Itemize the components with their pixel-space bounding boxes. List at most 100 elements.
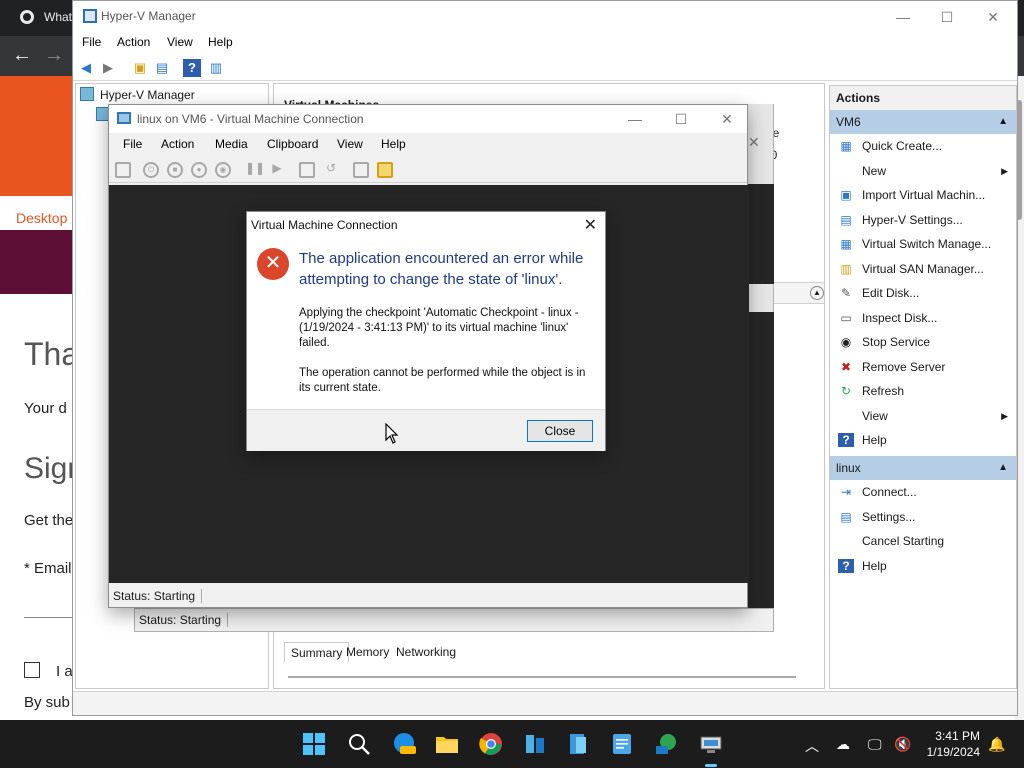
cloud-offline-icon[interactable]: ☁ — [836, 736, 850, 753]
linux-action-connect[interactable]: ⇥ Connect... — [830, 480, 1016, 504]
save-state-icon[interactable]: ◉ — [215, 162, 231, 178]
desktop-link[interactable]: Desktop — [16, 210, 67, 226]
pause-icon[interactable]: ❚❚ — [245, 162, 265, 178]
shutdown-icon[interactable]: ● — [191, 162, 207, 178]
share-icon[interactable] — [377, 162, 393, 178]
edge-beta-icon[interactable] — [392, 732, 416, 756]
edit-disk-icon: ✎ — [840, 286, 852, 300]
menu-action[interactable]: Action — [117, 35, 150, 49]
linux-section-header[interactable]: linux ▲ — [830, 456, 1016, 480]
minimize-button[interactable]: — — [893, 7, 913, 27]
forward-icon[interactable]: ▶ — [99, 59, 117, 77]
view-icon — [838, 409, 854, 423]
details-scrollbar[interactable] — [288, 676, 796, 682]
vmc-toolbar: ⏻ ■ ● ◉ ❚❚ ▶ ↺ — [109, 157, 747, 183]
action-edit-disk[interactable]: ✎ Edit Disk... — [830, 281, 1016, 305]
remove-icon: ✖ — [840, 359, 852, 374]
action-quick-create[interactable]: ▦ Quick Create... — [830, 134, 1016, 158]
dialog-titlebar: Virtual Machine Connection ✕ — [247, 212, 605, 238]
tree-root-item[interactable]: Hyper-V Manager — [80, 86, 195, 104]
action-help[interactable]: ? Help — [830, 428, 1016, 452]
action-virtual-switch-manage[interactable]: ▦ Virtual Switch Manage... — [830, 232, 1016, 256]
linux-action-cancel-starting[interactable]: Cancel Starting — [830, 529, 1016, 553]
ctrl-alt-del-icon[interactable] — [115, 162, 131, 178]
menu-media[interactable]: Media — [215, 137, 248, 151]
start-button[interactable] — [302, 732, 326, 756]
chrome-icon[interactable] — [479, 732, 503, 756]
consent-checkbox[interactable] — [24, 662, 40, 678]
checkpoint-icon[interactable] — [299, 162, 315, 178]
up-folder-icon[interactable]: ▣ — [131, 59, 149, 77]
enhanced-session-icon[interactable] — [353, 162, 369, 178]
action-label: Connect... — [862, 485, 917, 499]
action-hyper-v-settings[interactable]: ▤ Hyper-V Settings... — [830, 208, 1016, 232]
minimize-button[interactable]: — — [625, 109, 645, 129]
action-virtual-san-manager[interactable]: ▥ Virtual SAN Manager... — [830, 257, 1016, 281]
help-icon[interactable]: ? — [183, 59, 201, 77]
menu-file[interactable]: File — [82, 35, 101, 49]
menu-view[interactable]: View — [167, 35, 193, 49]
menu-action[interactable]: Action — [161, 137, 194, 151]
collapse-caret-icon[interactable]: ▲ — [998, 456, 1008, 480]
linux-action-settings[interactable]: ▤ Settings... — [830, 505, 1016, 529]
turn-off-icon[interactable]: ■ — [167, 162, 183, 178]
file-explorer-icon[interactable] — [435, 732, 459, 756]
dialog-detail-operation: The operation cannot be performed while … — [299, 367, 586, 394]
browser-tab-title[interactable]: What — [44, 10, 72, 24]
action-label: Quick Create... — [862, 139, 943, 153]
action-inspect-disk[interactable]: ▭ Inspect Disk... — [830, 306, 1016, 330]
hyperv-server-icon — [80, 87, 94, 101]
volume-muted-icon[interactable]: 🔇 — [894, 736, 911, 753]
back-icon[interactable]: ◀ — [77, 59, 95, 77]
menu-view[interactable]: View — [337, 137, 363, 151]
page-paragraph-2: Get the — [24, 512, 74, 529]
show-hidden-icons-icon[interactable]: ︿ — [805, 736, 819, 756]
revert-icon[interactable]: ↺ — [323, 162, 339, 178]
action-new[interactable]: New ▶ — [830, 159, 1016, 183]
resume-icon[interactable]: ▶ — [269, 162, 285, 178]
azure-data-icon[interactable] — [523, 732, 547, 756]
maximize-button[interactable]: ☐ — [937, 7, 957, 27]
page-heading-thanks: Tha — [24, 336, 80, 372]
taskbar-clock[interactable]: 3:41 PM 1/19/2024 — [927, 728, 980, 760]
action-refresh[interactable]: ↻ Refresh — [830, 379, 1016, 403]
close-button[interactable]: Close — [527, 420, 593, 442]
close-button[interactable]: ✕ — [717, 109, 737, 129]
hyperv-manager-taskbar-icon[interactable] — [699, 732, 723, 767]
maximize-button[interactable]: ☐ — [671, 109, 691, 129]
menu-clipboard[interactable]: Clipboard — [267, 137, 318, 151]
forward-arrow-icon[interactable]: → — [44, 44, 64, 67]
notepad-icon[interactable] — [610, 732, 634, 756]
start-icon[interactable]: ⏻ — [143, 162, 159, 178]
email-label: * Email — [24, 560, 72, 577]
action-pane-icon[interactable]: ▥ — [207, 59, 225, 77]
menu-file[interactable]: File — [123, 137, 142, 151]
dialog-close-icon[interactable]: ✕ — [584, 215, 597, 235]
close-button[interactable]: ✕ — [983, 7, 1003, 27]
hyperv-app-icon — [83, 9, 97, 23]
show-hide-tree-icon[interactable]: ▤ — [153, 59, 171, 77]
submenu-arrow-icon: ▶ — [1001, 410, 1008, 421]
action-view[interactable]: View ▶ — [830, 404, 1016, 428]
actions-header: Actions — [830, 86, 1016, 110]
action-import-virtual-machin[interactable]: ▣ Import Virtual Machin... — [830, 183, 1016, 207]
tab-networking[interactable]: Networking — [390, 642, 462, 662]
action-label: Settings... — [862, 509, 916, 524]
collapse-caret-icon[interactable]: ▲ — [998, 110, 1008, 134]
menu-help[interactable]: Help — [381, 137, 406, 151]
linux-action-help[interactable]: ? Help — [830, 554, 1016, 578]
switch-icon: ▦ — [840, 237, 852, 251]
notification-bell-icon[interactable]: 🔔 — [988, 736, 1005, 753]
network-icon[interactable]: 🖵 — [868, 736, 882, 753]
server-manager-icon[interactable] — [566, 732, 590, 756]
action-remove-server[interactable]: ✖ Remove Server — [830, 355, 1016, 379]
network-tool-icon[interactable] — [654, 732, 678, 756]
menu-help[interactable]: Help — [208, 35, 233, 49]
close-icon[interactable]: ✕ — [748, 134, 760, 151]
back-arrow-icon[interactable]: ← — [12, 44, 32, 67]
search-icon[interactable] — [347, 732, 371, 756]
vm6-section-header[interactable]: VM6 ▲ — [830, 110, 1016, 134]
collapse-icon[interactable]: ▲ — [810, 286, 824, 300]
tab-memory[interactable]: Memory — [340, 642, 395, 662]
action-stop-service[interactable]: ◉ Stop Service — [830, 330, 1016, 354]
